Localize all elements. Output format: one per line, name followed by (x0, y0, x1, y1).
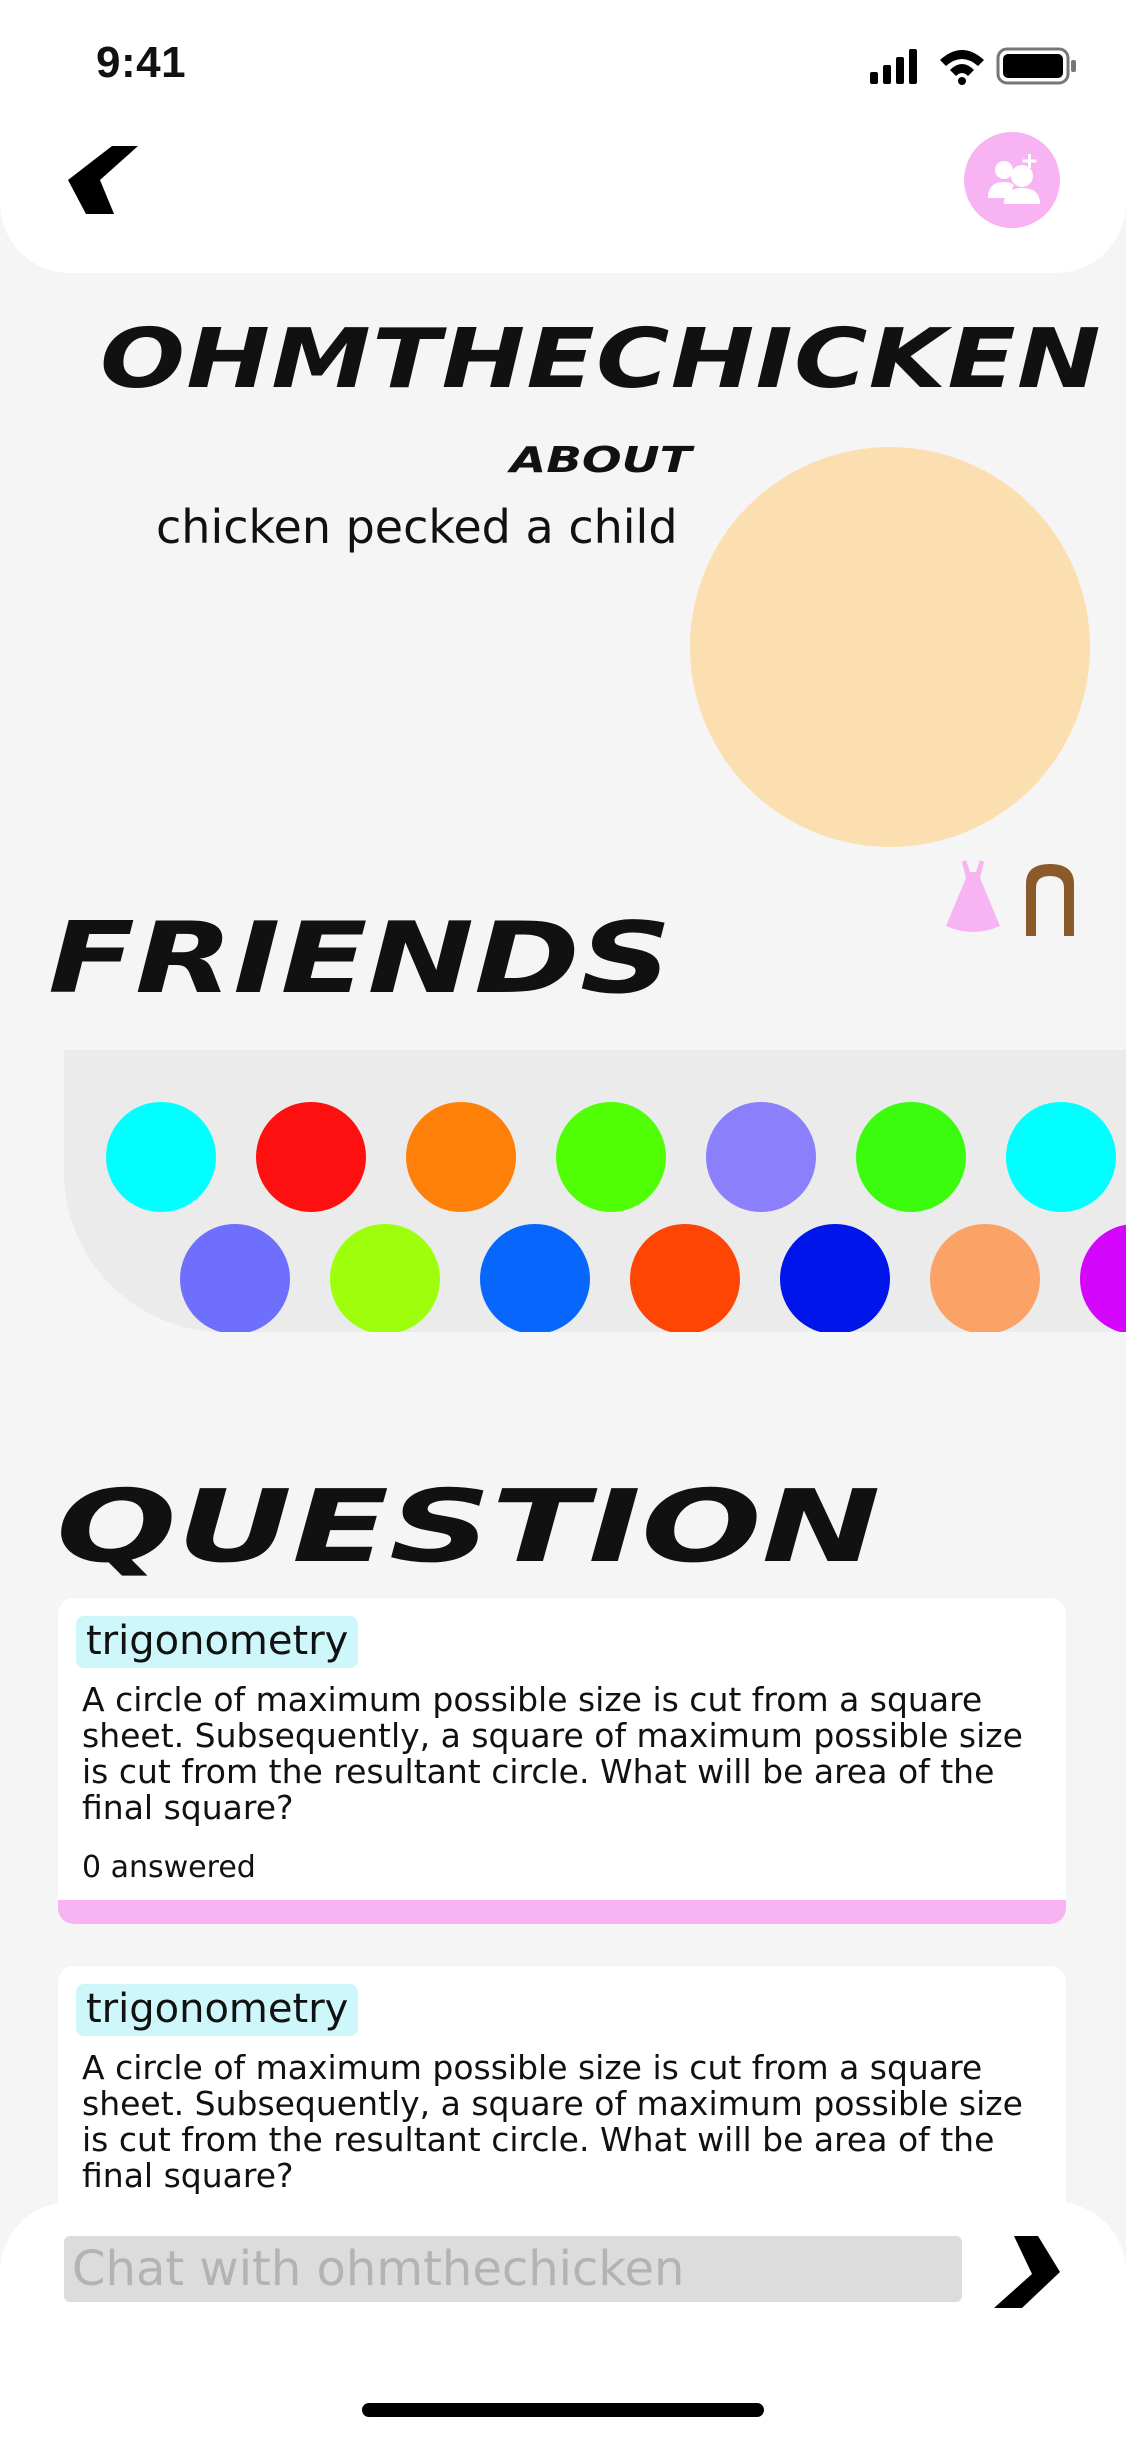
friend-avatar[interactable] (1006, 1102, 1116, 1212)
question-card[interactable]: trigonometry A circle of maximum possibl… (58, 1598, 1066, 1924)
friend-avatar[interactable] (630, 1224, 740, 1332)
add-friend-button[interactable] (964, 132, 1060, 228)
friends-list (64, 1050, 1126, 1332)
friend-avatar[interactable] (930, 1224, 1040, 1332)
question-tag[interactable]: trigonometry (76, 1984, 359, 2036)
friends-title: FRIENDS (48, 902, 672, 1016)
question-text: A circle of maximum possible size is cut… (82, 1680, 1023, 1827)
friend-avatar[interactable] (1080, 1224, 1126, 1332)
question-title: QUESTION (56, 1468, 881, 1585)
chevron-left-icon (68, 146, 138, 214)
send-icon (994, 2236, 1060, 2308)
friend-avatar[interactable] (330, 1224, 440, 1332)
friend-avatar[interactable] (256, 1102, 366, 1212)
signal-icon (870, 49, 917, 84)
question-tag[interactable]: trigonometry (76, 1616, 359, 1668)
status-icons (870, 47, 1076, 85)
friend-avatar[interactable] (406, 1102, 516, 1212)
send-button[interactable] (988, 2232, 1064, 2312)
status-time: 9:41 (96, 38, 187, 87)
friend-avatar[interactable] (480, 1224, 590, 1332)
home-indicator[interactable] (362, 2403, 764, 2417)
dress-icon[interactable] (944, 858, 1002, 936)
answered-count: 0 answered (82, 1850, 256, 1885)
battery-icon (996, 47, 1076, 85)
avatar[interactable] (690, 447, 1090, 847)
about-text: chicken pecked a child (156, 500, 678, 554)
about-label: ABOUT (510, 440, 692, 481)
chat-input[interactable] (64, 2236, 962, 2302)
friend-avatar[interactable] (180, 1224, 290, 1332)
friend-avatar[interactable] (856, 1102, 966, 1212)
friend-avatar[interactable] (706, 1102, 816, 1212)
friend-avatar[interactable] (780, 1224, 890, 1332)
hair-icon[interactable] (1024, 862, 1076, 936)
friend-avatar[interactable] (106, 1102, 216, 1212)
back-button[interactable] (62, 140, 142, 220)
header-bar: 9:41 (0, 0, 1126, 273)
chat-bar (0, 2202, 1126, 2437)
friend-avatar[interactable] (556, 1102, 666, 1212)
question-text: A circle of maximum possible size is cut… (82, 2048, 1023, 2195)
username-title: OHMTHECHICKEN (100, 312, 1102, 407)
wifi-icon (940, 50, 984, 85)
add-friend-icon (988, 154, 1040, 204)
